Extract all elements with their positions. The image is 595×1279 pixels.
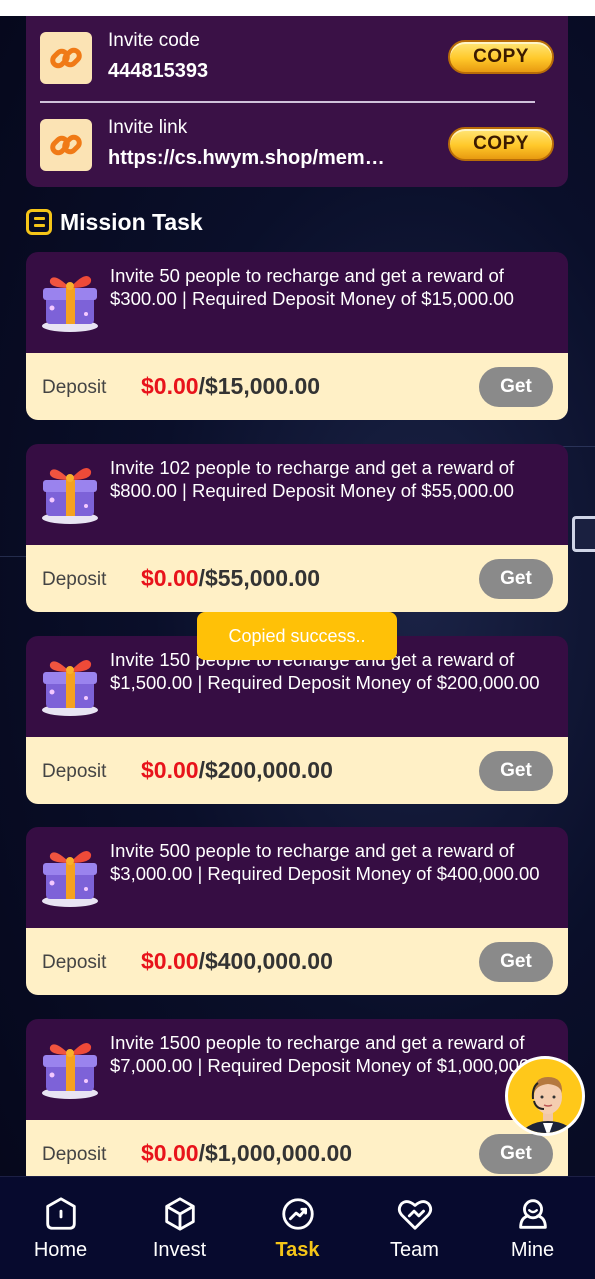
deposit-label: Deposit — [42, 569, 107, 590]
get-reward-button[interactable]: Get — [479, 751, 553, 791]
deposit-target: /$55,000.00 — [198, 565, 321, 591]
invite-code-label: Invite code — [108, 30, 200, 51]
gift-icon — [40, 264, 102, 334]
gift-icon — [40, 648, 102, 718]
toast-message: Copied success.. — [197, 612, 397, 660]
deposit-current: $0.00 — [141, 1140, 199, 1166]
bottom-navigation: Home Invest Task Team Mine — [0, 1176, 595, 1279]
nav-team-label: Team — [390, 1239, 439, 1261]
deposit-label: Deposit — [42, 761, 107, 782]
task-footer: Deposit $0.00/$400,000.00 Get — [26, 928, 568, 995]
deposit-progress: $0.00/$1,000,000.00 — [141, 1140, 352, 1167]
invite-link-label: Invite link — [108, 117, 188, 138]
nav-home[interactable]: Home — [1, 1177, 120, 1271]
trend-icon — [281, 1198, 314, 1230]
task-card: Invite 150 people to recharge and get a … — [26, 636, 568, 804]
task-header: Invite 500 people to recharge and get a … — [26, 827, 568, 928]
user-icon — [518, 1199, 547, 1229]
copy-link-button[interactable]: COPY — [448, 127, 554, 161]
nav-task[interactable]: Task — [238, 1177, 357, 1271]
task-card: Invite 102 people to recharge and get a … — [26, 444, 568, 612]
side-handle[interactable] — [572, 516, 595, 552]
customer-support-avatar[interactable] — [505, 1056, 585, 1136]
deposit-target: /$200,000.00 — [198, 757, 333, 783]
divider — [40, 101, 535, 103]
deposit-progress: $0.00/$15,000.00 — [141, 373, 320, 400]
gift-icon — [40, 456, 102, 526]
nav-home-label: Home — [33, 1239, 88, 1261]
deposit-target: /$1,000,000.00 — [198, 1140, 353, 1166]
deposit-progress: $0.00/$55,000.00 — [141, 565, 320, 592]
app-screen: Invite code 444815393 COPY Invite link h… — [0, 16, 595, 1279]
get-reward-button[interactable]: Get — [479, 942, 553, 982]
get-reward-button[interactable]: Get — [479, 559, 553, 599]
support-agent-icon — [521, 1077, 575, 1133]
task-header: Invite 102 people to recharge and get a … — [26, 444, 568, 545]
team-heart-icon — [397, 1200, 432, 1230]
get-reward-button[interactable]: Get — [479, 1134, 553, 1174]
nav-invest-label: Invest — [152, 1239, 207, 1261]
get-reward-button[interactable]: Get — [479, 367, 553, 407]
deposit-target: /$15,000.00 — [198, 373, 321, 399]
nav-mine[interactable]: Mine — [473, 1177, 592, 1271]
invite-code-value: 444815393 — [108, 60, 209, 82]
task-description: Invite 102 people to recharge and get a … — [110, 457, 515, 501]
nav-task-label: Task — [275, 1239, 320, 1261]
deposit-progress: $0.00/$400,000.00 — [141, 948, 333, 975]
nav-invest[interactable]: Invest — [120, 1177, 239, 1271]
link-icon — [40, 32, 92, 84]
task-header: Invite 50 people to recharge and get a r… — [26, 252, 568, 353]
task-footer: Deposit $0.00/$15,000.00 Get — [26, 353, 568, 420]
task-list-icon — [26, 209, 52, 235]
deposit-label: Deposit — [42, 1144, 107, 1165]
deposit-current: $0.00 — [141, 757, 199, 783]
task-description: Invite 500 people to recharge and get a … — [110, 840, 540, 884]
deposit-current: $0.00 — [141, 373, 199, 399]
deposit-current: $0.00 — [141, 948, 199, 974]
task-card: Invite 50 people to recharge and get a r… — [26, 252, 568, 420]
section-header: Mission Task — [26, 206, 203, 238]
gift-icon — [40, 839, 102, 909]
link-icon — [40, 119, 92, 171]
task-description: Invite 1500 people to recharge and get a… — [110, 1032, 556, 1076]
invite-link-value: https://cs.hwym.shop/mem… — [108, 147, 385, 169]
gift-icon — [40, 1031, 102, 1101]
deposit-label: Deposit — [42, 377, 107, 398]
copy-code-button[interactable]: COPY — [448, 40, 554, 74]
deposit-current: $0.00 — [141, 565, 199, 591]
task-card: Invite 1500 people to recharge and get a… — [26, 1019, 568, 1187]
task-footer: Deposit $0.00/$200,000.00 Get — [26, 737, 568, 804]
deposit-label: Deposit — [42, 952, 107, 973]
task-header: Invite 1500 people to recharge and get a… — [26, 1019, 568, 1120]
invite-link-row: Invite link https://cs.hwym.shop/mem… CO… — [40, 117, 554, 173]
deposit-progress: $0.00/$200,000.00 — [141, 757, 333, 784]
nav-team[interactable]: Team — [355, 1177, 474, 1271]
cube-icon — [164, 1197, 195, 1231]
nav-mine-label: Mine — [510, 1239, 555, 1261]
task-footer: Deposit $0.00/$55,000.00 Get — [26, 545, 568, 612]
invite-code-row: Invite code 444815393 COPY — [40, 30, 554, 86]
task-description: Invite 50 people to recharge and get a r… — [110, 265, 514, 309]
section-title: Mission Task — [60, 208, 203, 235]
home-icon — [45, 1197, 76, 1230]
deposit-target: /$400,000.00 — [198, 948, 333, 974]
invite-panel: Invite code 444815393 COPY Invite link h… — [26, 16, 568, 187]
task-card: Invite 500 people to recharge and get a … — [26, 827, 568, 995]
